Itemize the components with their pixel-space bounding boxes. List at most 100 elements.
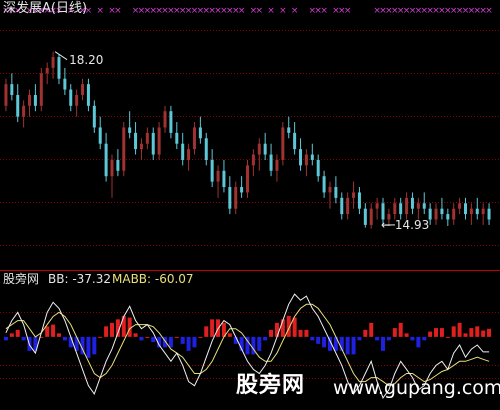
histogram-bar bbox=[392, 328, 397, 337]
candle-body bbox=[145, 132, 149, 144]
candle-body bbox=[428, 208, 432, 220]
candle-body bbox=[346, 197, 350, 215]
candle-body bbox=[81, 84, 85, 95]
candle-body bbox=[98, 127, 102, 144]
histogram-bar bbox=[422, 336, 427, 341]
candle-body bbox=[134, 132, 138, 150]
signal-marker: × bbox=[256, 6, 264, 16]
candle-body bbox=[410, 197, 414, 209]
candle-body bbox=[169, 111, 173, 133]
candle-body bbox=[434, 208, 438, 220]
histogram-bar bbox=[310, 336, 315, 341]
histogram-bar bbox=[186, 336, 191, 351]
signal-marker: × bbox=[238, 6, 246, 16]
histogram-bar bbox=[345, 336, 350, 355]
candle-body bbox=[175, 132, 179, 144]
candle-body bbox=[240, 187, 244, 193]
candle-body bbox=[246, 165, 249, 193]
histogram-bar bbox=[62, 336, 67, 341]
bb-value-label: BB: -37.32 bbox=[48, 272, 112, 286]
candle-body bbox=[51, 57, 55, 68]
candle-body bbox=[299, 149, 303, 166]
histogram-bar bbox=[210, 319, 215, 337]
low-price-annotation: ← 14.93 bbox=[381, 217, 430, 232]
price-panel-title: 深发展A(日线) bbox=[3, 1, 88, 16]
histogram-bar bbox=[363, 329, 368, 337]
candle-body bbox=[139, 143, 143, 150]
candle-body bbox=[352, 192, 356, 198]
candle-body bbox=[475, 208, 479, 215]
candle-body bbox=[481, 208, 485, 215]
candle-body bbox=[63, 78, 67, 90]
candle-body bbox=[405, 197, 409, 215]
histogram-bar bbox=[274, 322, 279, 337]
candle-body bbox=[275, 159, 279, 171]
signal-marker: × bbox=[291, 6, 299, 16]
candle-body bbox=[251, 154, 255, 166]
candle-body bbox=[222, 170, 226, 188]
histogram-bar bbox=[398, 322, 403, 337]
signal-marker: × bbox=[320, 6, 328, 16]
candle-body bbox=[151, 132, 155, 155]
candle-body bbox=[363, 208, 367, 225]
histogram-bar bbox=[463, 333, 468, 337]
histogram-bar bbox=[304, 329, 309, 337]
histogram-bar bbox=[369, 322, 374, 337]
histogram-bar bbox=[3, 336, 8, 341]
histogram-bar bbox=[404, 333, 409, 337]
candle-body bbox=[4, 84, 8, 106]
candle-body bbox=[210, 159, 214, 182]
histogram-bar bbox=[92, 336, 97, 355]
histogram-bar bbox=[227, 333, 232, 337]
histogram-bar bbox=[263, 336, 268, 341]
histogram-bar bbox=[439, 328, 444, 337]
high-annotation-pointer bbox=[54, 51, 68, 61]
candle-body bbox=[446, 214, 450, 220]
candle-body bbox=[469, 208, 473, 215]
candle-body bbox=[10, 84, 14, 95]
signal-marker: × bbox=[279, 6, 287, 16]
candle-body bbox=[86, 84, 90, 106]
candle-body bbox=[487, 208, 491, 220]
candle-body bbox=[234, 187, 238, 209]
candle-body bbox=[33, 94, 37, 106]
candle-body bbox=[198, 127, 202, 139]
histogram-bar bbox=[139, 336, 144, 341]
candle-body bbox=[216, 170, 220, 182]
signal-marker: × bbox=[114, 6, 122, 16]
candle-body bbox=[157, 127, 161, 155]
signal-marker: × bbox=[485, 6, 493, 16]
candle-body bbox=[375, 203, 379, 209]
histogram-bar bbox=[451, 326, 456, 337]
histogram-bar bbox=[204, 326, 209, 337]
candle-body bbox=[92, 105, 96, 128]
candle-body bbox=[192, 127, 196, 150]
candle-body bbox=[328, 187, 332, 193]
candle-body bbox=[28, 94, 32, 106]
candle-body bbox=[22, 105, 26, 117]
candle-body bbox=[340, 197, 344, 215]
histogram-bar bbox=[56, 333, 61, 337]
histogram-bar bbox=[351, 336, 356, 355]
histogram-bar bbox=[487, 328, 492, 337]
histogram-bar bbox=[375, 336, 380, 341]
candle-body bbox=[422, 203, 426, 209]
histogram-bar bbox=[428, 331, 433, 337]
candle-body bbox=[104, 143, 108, 177]
candle-body bbox=[204, 138, 208, 160]
histogram-bar bbox=[457, 322, 462, 337]
candle-body bbox=[39, 73, 43, 106]
histogram-bar bbox=[168, 336, 173, 348]
candle-body bbox=[310, 154, 314, 160]
candle-body bbox=[263, 143, 267, 155]
candle-body bbox=[45, 67, 49, 74]
candle-body bbox=[293, 132, 297, 150]
candle-body bbox=[110, 159, 114, 177]
candle-body bbox=[75, 94, 79, 106]
candle-body bbox=[228, 187, 232, 209]
signal-marker: × bbox=[96, 6, 104, 16]
histogram-bar bbox=[109, 322, 114, 337]
signal-marker: × bbox=[267, 6, 275, 16]
watermark-brand: 股旁网 bbox=[236, 373, 306, 398]
histogram-bar bbox=[145, 336, 150, 338]
